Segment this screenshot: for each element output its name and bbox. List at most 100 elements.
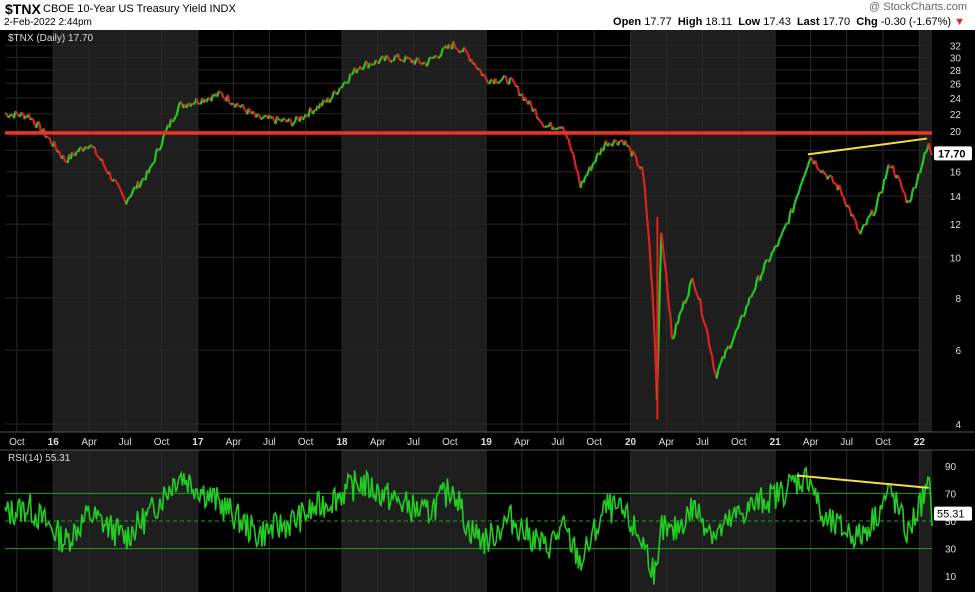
price-bar: [651, 290, 655, 322]
price-bar: [661, 245, 666, 261]
price-bar: [437, 55, 441, 60]
price-bar: [8, 113, 12, 118]
price-bar: [887, 163, 892, 169]
price-bar: [723, 350, 727, 359]
price-bar: [261, 116, 265, 120]
price-bar: [101, 158, 105, 166]
price-bar: [226, 94, 231, 104]
price-bar: [688, 280, 693, 286]
price-bar: [814, 160, 818, 168]
x-tick-label: 17: [192, 437, 204, 448]
price-bar: [452, 40, 457, 48]
price-bar: [909, 190, 914, 200]
price-bar: [809, 156, 814, 161]
price-bar: [575, 168, 579, 172]
price-bar: [129, 192, 134, 198]
year-band: [919, 30, 932, 432]
price-bar: [663, 260, 667, 271]
price-bar: [640, 166, 645, 177]
price-bar: [584, 174, 588, 178]
price-bar: [149, 165, 153, 169]
x-tick-label: 16: [48, 437, 60, 448]
price-bar: [114, 180, 118, 184]
price-bar: [385, 54, 389, 58]
price-bar: [673, 322, 678, 335]
price-bar: [805, 165, 809, 171]
price-bar: [205, 97, 210, 103]
price-bar: [921, 153, 926, 162]
price-bar: [828, 174, 831, 178]
price-bar: [567, 138, 572, 148]
price-bar: [152, 161, 155, 165]
price-bar: [291, 122, 295, 127]
price-bar: [853, 217, 857, 222]
price-bar: [20, 111, 24, 115]
price-bar: [865, 217, 869, 226]
x-tick-label: 18: [336, 437, 348, 448]
price-bar: [744, 305, 748, 314]
price-bar: [38, 122, 42, 133]
x-tick-label: Oct: [731, 437, 747, 448]
price-bar: [346, 80, 350, 85]
price-bar: [116, 182, 120, 187]
price-bar: [624, 140, 629, 147]
x-tick-label: Apr: [659, 437, 675, 448]
rsi-y-tick: 30: [945, 545, 957, 556]
price-bar: [791, 204, 796, 214]
price-y-tick: 10: [950, 253, 962, 264]
price-bar: [751, 290, 755, 295]
price-bar: [593, 160, 597, 164]
price-bar: [666, 287, 670, 307]
price-bar: [582, 176, 587, 183]
price-bar: [464, 49, 468, 54]
price-bar: [902, 191, 907, 195]
price-bar: [652, 321, 657, 356]
price-bar: [117, 185, 122, 190]
price-bar: [874, 205, 878, 214]
price-bar: [693, 285, 697, 292]
year-band: [342, 30, 487, 432]
price-bar: [220, 92, 225, 99]
price-bar: [711, 356, 715, 369]
price-bar: [16, 113, 20, 117]
price-bar: [758, 274, 763, 282]
price-bar: [48, 138, 53, 145]
price-bar: [104, 167, 108, 172]
price-bar: [585, 172, 590, 177]
price-bar: [700, 313, 705, 320]
price-bar: [703, 323, 708, 328]
price-bar: [806, 160, 811, 167]
price-bar: [554, 127, 558, 131]
price-bar: [389, 59, 394, 63]
price-bar: [500, 77, 504, 81]
price-bar: [561, 126, 566, 132]
price-bar: [614, 138, 618, 144]
price-bar: [337, 87, 341, 93]
price-bar: [516, 85, 521, 96]
price-bar: [400, 58, 404, 62]
price-bar: [787, 213, 792, 225]
price-bar: [572, 153, 576, 161]
price-bar: [851, 213, 856, 219]
price-bar: [439, 53, 443, 58]
price-bar: [602, 145, 606, 152]
price-bar: [929, 150, 934, 156]
x-tick-label: Oct: [586, 437, 602, 448]
price-bar: [485, 78, 489, 84]
price-bar: [830, 175, 835, 184]
price-bar: [153, 152, 158, 163]
price-y-tick: 20: [950, 127, 962, 138]
price-bar: [648, 243, 653, 272]
price-bar: [781, 228, 785, 233]
price-bar: [501, 75, 506, 79]
price-bar: [708, 344, 712, 352]
price-bar: [427, 57, 431, 64]
price-bar: [159, 144, 164, 150]
price-bar: [93, 146, 98, 156]
price-bar: [591, 161, 595, 166]
x-tick-label: Oct: [442, 437, 458, 448]
price-bar: [880, 190, 884, 194]
price-bar: [768, 257, 772, 263]
price-bar: [649, 271, 654, 291]
price-bar: [119, 188, 123, 193]
